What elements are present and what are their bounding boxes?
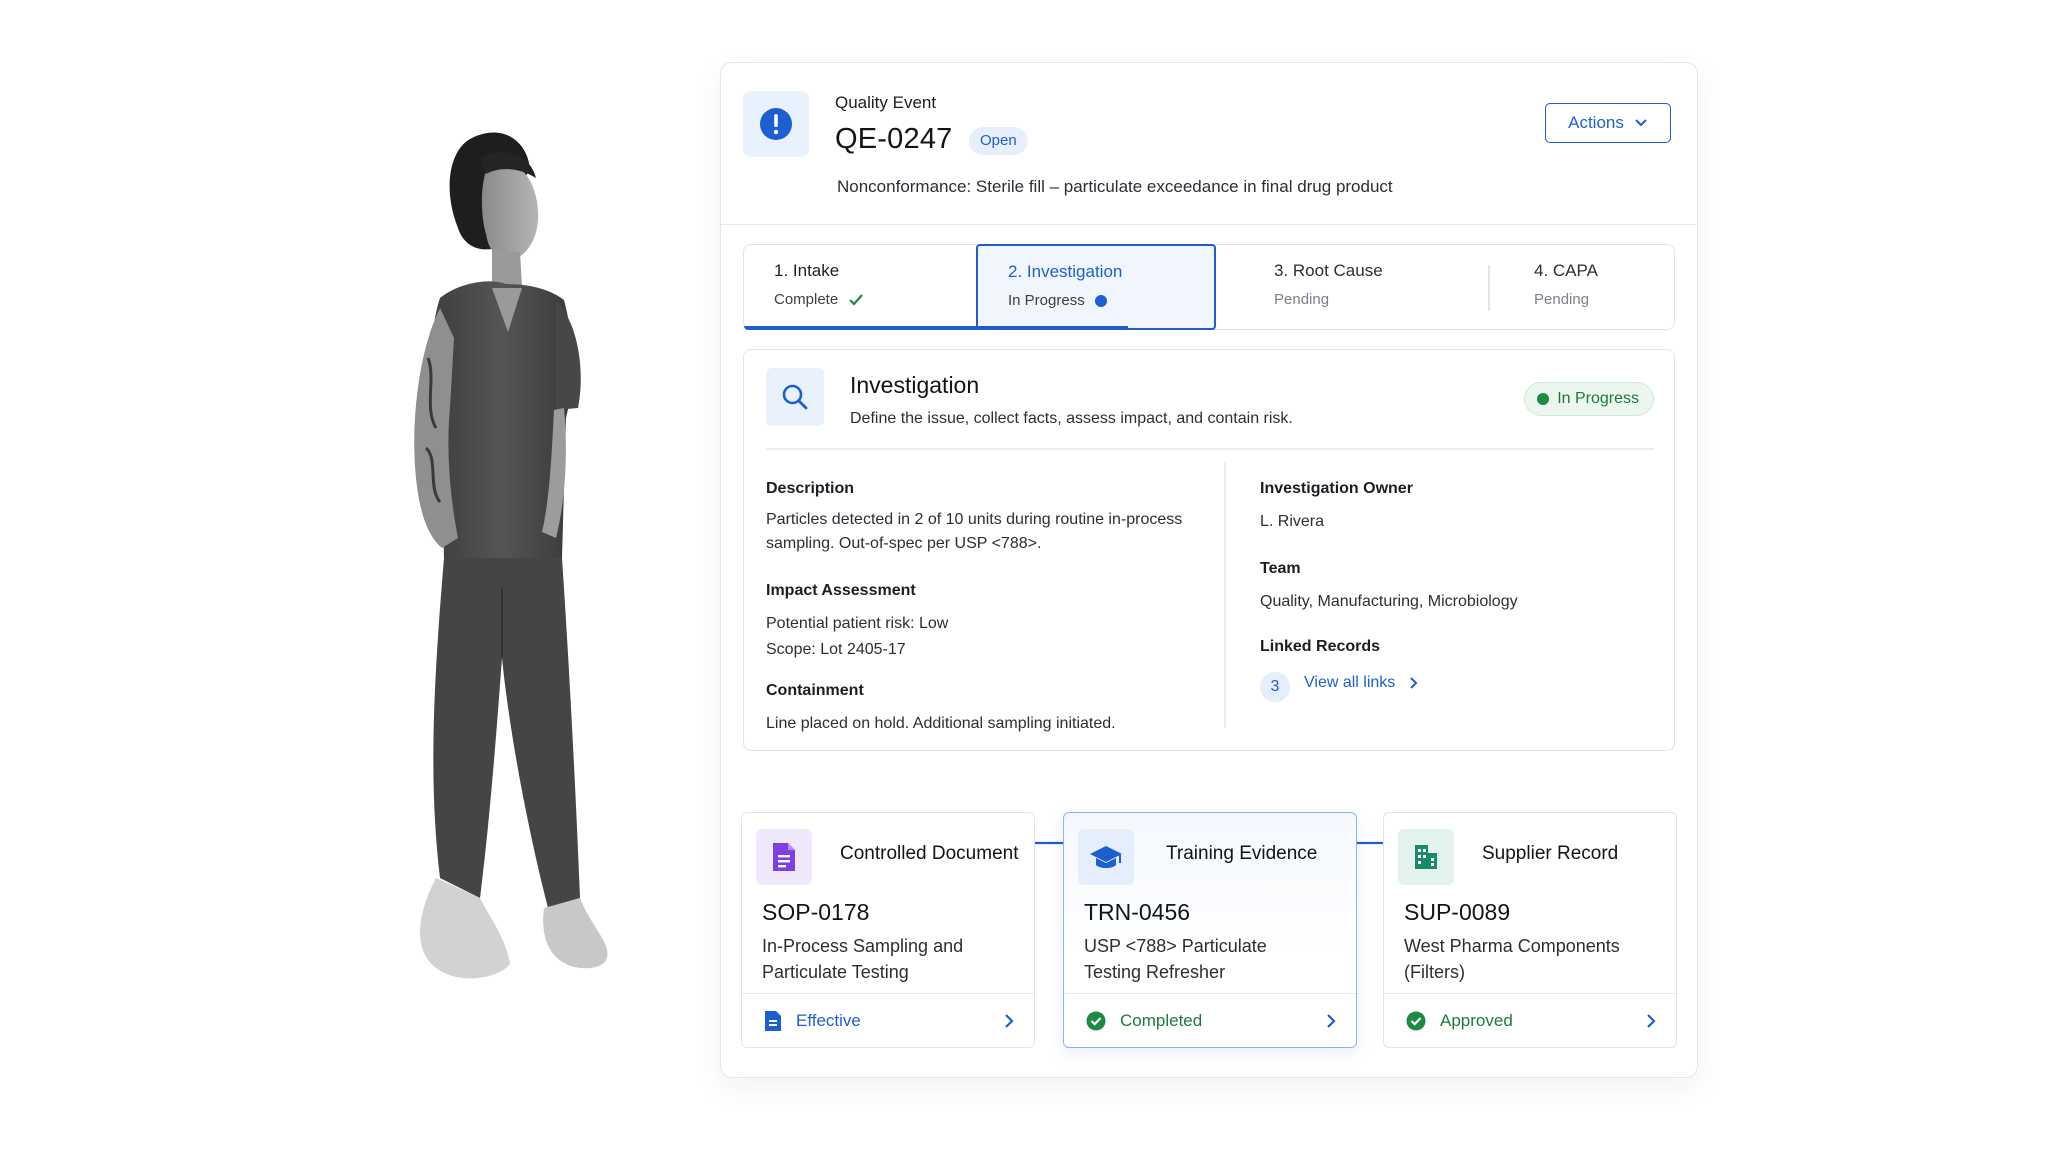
panel-divider [766,448,1654,450]
step-intake[interactable]: 1. Intake Complete [744,245,978,330]
step-divider [1488,265,1490,311]
record-name-line: Particulate Testing [762,962,909,982]
graduation-cap-icon-tile [1078,829,1134,885]
check-circle-icon [1406,1011,1426,1030]
panel-subtitle: Define the issue, collect facts, assess … [850,410,1293,427]
record-name-line: West Pharma Components [1404,936,1620,956]
search-icon-tile [766,368,824,426]
record-name: USP <788> Particulate Testing Refresher [1084,933,1344,985]
record-id: TRN-0456 [1084,899,1191,925]
graduation-cap-icon [1090,846,1122,868]
chevron-right-icon [1410,677,1418,689]
record-name-line: Testing Refresher [1084,962,1226,982]
panel-title: Investigation [850,372,980,398]
document-icon [773,843,795,871]
step-investigation[interactable]: 2. Investigation In Progress [976,244,1216,330]
quality-event-card: Quality Event QE-0247 Open Nonconformanc… [720,62,1698,1078]
description-label: Description [766,480,855,497]
record-id: SUP-0089 [1404,899,1511,925]
step-title: 4. CAPA [1534,261,1598,280]
event-label: Quality Event [835,93,937,112]
investigation-status-badge: In Progress [1524,382,1654,416]
step-status-text: In Progress [1008,292,1085,309]
step-title: 1. Intake [774,261,840,280]
record-id: SOP-0178 [762,899,870,925]
step-status-text: Complete [774,291,839,308]
impact-line-2: Scope: Lot 2405-17 [766,641,906,658]
record-name: West Pharma Components (Filters) [1404,933,1664,985]
chevron-right-icon [1327,1013,1336,1028]
record-status: Completed [1120,1010,1203,1030]
event-header: Quality Event QE-0247 Open Nonconformanc… [721,63,1697,225]
record-type: Training Evidence [1166,843,1318,864]
record-status-row[interactable]: Approved [1384,993,1676,1047]
impact-line-1: Potential patient risk: Low [766,615,949,632]
event-status-badge: Open [969,127,1028,155]
event-description: Nonconformance: Sterile fill – particula… [837,177,1393,196]
status-text: In Progress [1557,390,1639,407]
document-icon-tile [756,829,812,885]
checkmark-icon [849,293,864,306]
record-card-training-evidence[interactable]: Training Evidence TRN-0456 USP <788> Par… [1063,812,1357,1048]
event-id: QE-0247 [835,123,953,155]
linked-records-label: Linked Records [1260,638,1381,655]
description-line-2: sampling. Out-of-spec per USP <788>. [766,535,1042,552]
actions-label: Actions [1568,113,1624,132]
status-dot-icon [1537,393,1550,405]
chevron-right-icon [1005,1013,1014,1028]
check-circle-icon [1086,1011,1106,1030]
team-label: Team [1260,560,1301,577]
actions-button[interactable]: Actions [1545,103,1671,143]
owner-value: L. Rivera [1260,513,1325,530]
chevron-right-icon [1647,1013,1656,1028]
investigation-panel: Investigation Define the issue, collect … [743,349,1675,751]
containment-label: Containment [766,682,864,699]
step-title: 2. Investigation [1008,262,1123,281]
record-status-row[interactable]: Completed [1064,993,1356,1047]
chevron-down-icon [1635,119,1647,127]
record-type: Supplier Record [1482,843,1619,864]
document-status-icon [765,1010,781,1031]
building-icon [1415,845,1437,869]
record-card-controlled-document[interactable]: Controlled Document SOP-0178 In-Process … [741,812,1035,1048]
team-value: Quality, Manufacturing, Microbiology [1260,593,1518,610]
record-name-line: (Filters) [1404,962,1465,982]
linked-count-badge: 3 [1260,672,1290,702]
building-icon-tile [1398,829,1454,885]
column-divider [1224,462,1226,728]
view-all-links-link[interactable]: View all links [1304,674,1419,692]
workflow-stepper: 1. Intake Complete 2. Investigation In P… [743,244,1675,330]
step-status-text: Pending [1534,291,1590,308]
alert-icon [760,108,792,140]
step-status-text: Pending [1274,291,1330,308]
person-illustration [414,132,608,979]
record-card-supplier-record[interactable]: Supplier Record SUP-0089 West Pharma Com… [1383,812,1677,1048]
record-status: Effective [796,1010,861,1030]
record-name-line: In-Process Sampling and [762,936,964,956]
impact-label: Impact Assessment [766,582,916,599]
step-capa[interactable]: 4. CAPA Pending [1504,245,1674,329]
record-status: Approved [1440,1010,1513,1030]
record-status-row[interactable]: Effective [742,993,1034,1047]
containment-text: Line placed on hold. Additional sampling… [766,715,1116,732]
record-name: In-Process Sampling and Particulate Test… [762,933,1022,985]
owner-label: Investigation Owner [1260,480,1413,497]
step-status: Complete [774,291,978,308]
step-status: In Progress [1008,292,1214,309]
in-progress-dot-icon [1094,294,1107,307]
search-icon [782,384,808,410]
step-root-cause[interactable]: 3. Root Cause Pending [1244,245,1484,329]
description-line-1: Particles detected in 2 of 10 units duri… [766,511,1183,528]
view-links-label: View all links [1304,674,1396,691]
step-title: 3. Root Cause [1274,261,1383,280]
record-type: Controlled Document [840,843,1019,864]
record-name-line: USP <788> Particulate [1084,936,1267,956]
alert-icon-tile [743,91,809,157]
